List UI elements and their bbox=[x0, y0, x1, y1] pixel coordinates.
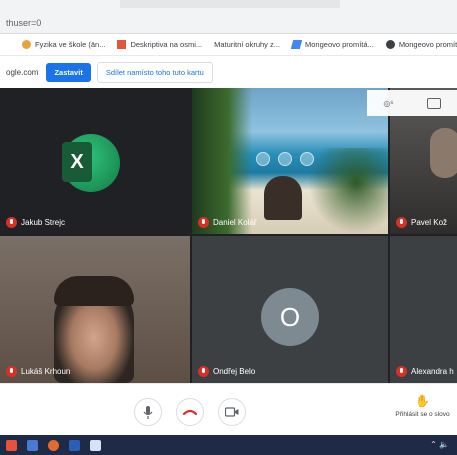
participant-name-label: Alexandra h bbox=[411, 367, 454, 376]
browser-tab[interactable] bbox=[120, 0, 340, 8]
chat-icon[interactable] bbox=[426, 97, 441, 109]
bookmark-label: Mongeovo promítá... bbox=[398, 40, 457, 49]
palm-foliage bbox=[192, 88, 252, 234]
bookmark-item[interactable]: Mongeovo promítá... bbox=[290, 40, 374, 49]
taskbar-app-icon[interactable] bbox=[90, 439, 101, 451]
camera-icon bbox=[225, 407, 239, 417]
raise-hand-label: Přihlásit se o slovo bbox=[395, 411, 450, 418]
participant-name-label: Daniel Kolář bbox=[213, 218, 257, 227]
mic-off-icon bbox=[396, 366, 407, 377]
participants-icon[interactable]: ◎⁶ bbox=[383, 99, 393, 108]
word-icon[interactable] bbox=[69, 439, 80, 451]
start-icon[interactable] bbox=[6, 439, 17, 451]
participant-tile[interactable]: Alexandra h bbox=[390, 236, 457, 383]
raise-hand-button[interactable]: ✋ Přihlásit se o slovo bbox=[388, 394, 457, 418]
mute-icon[interactable] bbox=[278, 152, 292, 166]
presenting-bar: ogle.com Zastavit Sdílet namísto toho tu… bbox=[0, 56, 457, 88]
participant-name-label: Lukáš Krhoun bbox=[21, 367, 71, 376]
excel-icon: X bbox=[62, 134, 120, 192]
participant-name: Jakub Strejc bbox=[6, 217, 65, 228]
bookmark-label: Maturitní okruhy z... bbox=[214, 40, 281, 49]
video-grid: X Jakub Strejc Daniel Kolář Pavel Kož Lu… bbox=[0, 88, 457, 383]
mic-off-icon bbox=[396, 217, 407, 228]
bookmark-label: Mongeovo promítá... bbox=[305, 40, 374, 49]
share-this-tab-button[interactable]: Sdílet namísto toho tuto kartu bbox=[96, 61, 213, 83]
participant-video bbox=[264, 176, 302, 220]
participant-name: Alexandra h bbox=[396, 366, 454, 377]
participant-video bbox=[430, 128, 457, 178]
hang-up-icon bbox=[183, 409, 197, 416]
bookmark-label: Deskriptiva na osmi... bbox=[130, 40, 203, 49]
side-panel-controls: ◎⁶ bbox=[367, 90, 457, 116]
tile-hover-controls bbox=[256, 152, 314, 166]
bookmark-item[interactable]: Fyzika ve škole (ān... bbox=[22, 40, 105, 49]
mic-off-icon bbox=[6, 217, 17, 228]
system-tray[interactable]: ⌃ 🔈 bbox=[430, 440, 449, 449]
mic-off-icon bbox=[198, 217, 209, 228]
participant-tile[interactable]: O Ondřej Belo bbox=[192, 236, 388, 383]
participant-name-label: Jakub Strejc bbox=[21, 218, 66, 227]
participant-name-label: Ondřej Belo bbox=[213, 367, 256, 376]
mic-off-icon bbox=[198, 366, 209, 377]
bookmark-item[interactable]: Deskriptiva na osmi... bbox=[117, 40, 202, 49]
meeting-toolbar: ✋ Přihlásit se o slovo bbox=[0, 383, 457, 435]
chrome-icon[interactable] bbox=[48, 439, 59, 451]
taskbar-app-icon[interactable] bbox=[27, 439, 38, 451]
microphone-button[interactable] bbox=[134, 398, 162, 426]
hand-icon: ✋ bbox=[415, 394, 430, 408]
bookmark-icon bbox=[385, 40, 395, 49]
screen: thuser=0 Fyzika ve škole (ān... Deskript… bbox=[0, 0, 457, 455]
bookmark-icon bbox=[22, 40, 31, 49]
leave-call-button[interactable] bbox=[176, 398, 204, 426]
avatar: O bbox=[261, 288, 319, 346]
bookmark-label: Fyzika ve škole (ān... bbox=[35, 40, 106, 49]
pin-icon[interactable] bbox=[256, 152, 270, 166]
windows-taskbar: ⌃ 🔈 bbox=[0, 435, 457, 455]
participant-name-label: Pavel Kož bbox=[411, 218, 448, 227]
browser-address-bar[interactable]: thuser=0 bbox=[0, 0, 457, 34]
bookmark-item[interactable]: Mongeovo promítá... bbox=[385, 40, 457, 49]
palm-foliage bbox=[308, 148, 388, 234]
stop-sharing-button[interactable]: Zastavit bbox=[46, 62, 91, 82]
camera-button[interactable] bbox=[218, 398, 246, 426]
url-text[interactable]: thuser=0 bbox=[6, 18, 41, 28]
mic-off-icon bbox=[6, 366, 17, 377]
microphone-icon bbox=[143, 405, 153, 419]
participant-name: Daniel Kolář bbox=[198, 217, 257, 228]
bookmark-icon bbox=[290, 40, 303, 49]
participant-tile[interactable]: X Jakub Strejc bbox=[0, 88, 190, 234]
remove-icon[interactable] bbox=[300, 152, 314, 166]
bookmarks-bar: Fyzika ve škole (ān... Deskriptiva na os… bbox=[0, 34, 457, 56]
bookmark-icon bbox=[117, 40, 127, 49]
bookmark-item[interactable]: Maturitní okruhy z... bbox=[214, 40, 280, 49]
participant-name: Pavel Kož bbox=[396, 217, 447, 228]
participant-hair bbox=[54, 276, 134, 306]
participant-name: Ondřej Belo bbox=[198, 366, 255, 377]
participant-tile[interactable]: Lukáš Krhoun bbox=[0, 236, 190, 383]
presenting-domain: ogle.com bbox=[6, 67, 39, 77]
participant-name: Lukáš Krhoun bbox=[6, 366, 70, 377]
